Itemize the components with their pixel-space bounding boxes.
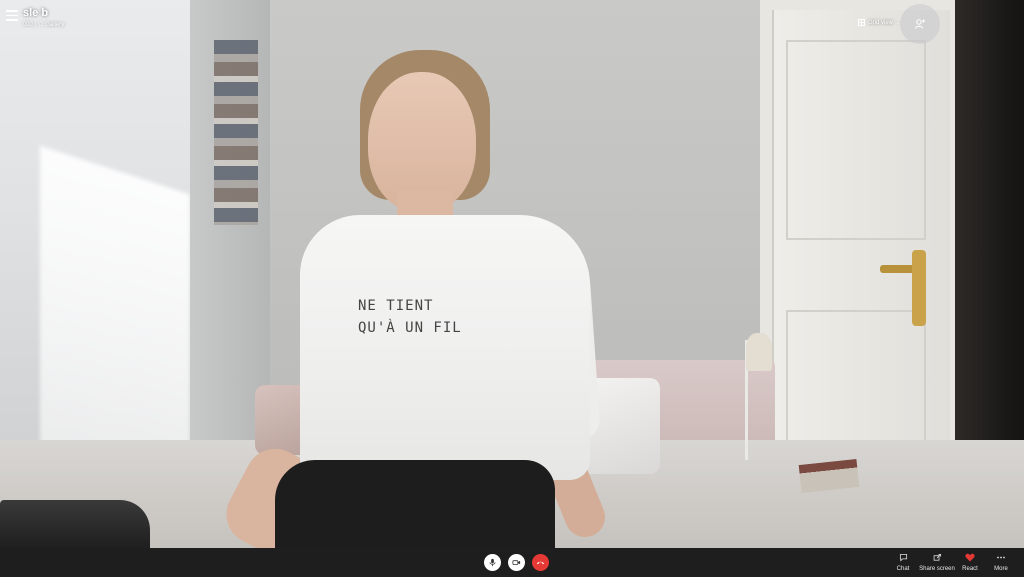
share-screen-icon <box>933 553 941 561</box>
microphone-icon <box>489 558 496 567</box>
add-people-button[interactable] <box>900 4 940 44</box>
desk-clutter <box>0 500 150 548</box>
shirt-print-line1: NE TIENT <box>358 298 434 314</box>
shirt-print-line2: QU'À UN FIL <box>358 320 462 336</box>
shirt-print: NE TIENT QU'À UN FIL <box>358 295 468 339</box>
door-handle-plate <box>912 250 926 326</box>
more-dots-icon <box>997 556 1005 559</box>
more-label: More <box>994 566 1008 572</box>
grid-view-label: Grid view <box>868 19 894 26</box>
call-subtitle: ﾛ00 | ☆ Gallery <box>23 22 65 28</box>
lamp-shade <box>746 333 772 371</box>
heart-icon <box>965 553 975 562</box>
door-panel-upper <box>786 40 926 240</box>
grid-view-button[interactable]: Grid view ⌄ <box>858 19 900 26</box>
chat-icon <box>899 553 907 562</box>
hamburger-menu-icon[interactable] <box>6 10 18 21</box>
grid-icon <box>858 19 865 26</box>
call-toolbar: Chat Share screen React More <box>0 548 1024 577</box>
add-person-icon <box>915 19 925 29</box>
camera-icon <box>512 560 521 565</box>
wall-photos <box>214 40 258 225</box>
phone-hangup-icon <box>536 561 545 565</box>
video-toggle-button[interactable] <box>508 554 525 571</box>
more-button[interactable]: More <box>981 553 1021 572</box>
end-call-button[interactable] <box>532 554 549 571</box>
video-feed: NE TIENT QU'À UN FIL <box>0 0 1024 548</box>
person-shirt <box>300 215 590 480</box>
call-title: sle b <box>23 7 49 19</box>
mute-button[interactable] <box>484 554 501 571</box>
person-pants <box>275 460 555 548</box>
